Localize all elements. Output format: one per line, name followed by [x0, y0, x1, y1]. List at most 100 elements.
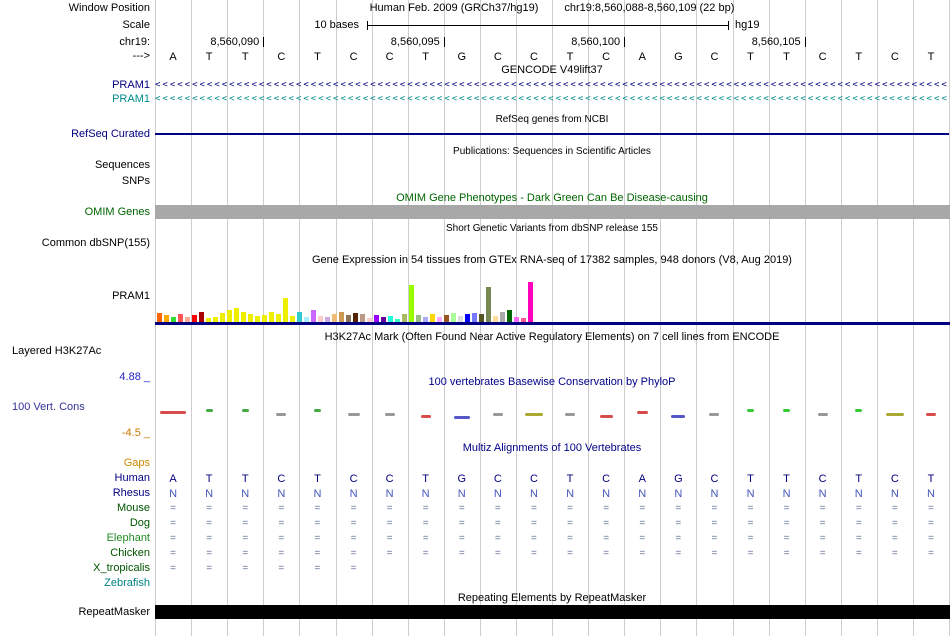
- alignment-cell: =: [855, 533, 862, 544]
- alignment-cell: N: [890, 488, 899, 500]
- species-label-dog[interactable]: Dog: [0, 517, 150, 530]
- alignment-cell: T: [205, 473, 213, 485]
- alignment-cell: N: [674, 488, 683, 500]
- alignment-cell: =: [711, 548, 718, 559]
- alignment-cell: =: [567, 548, 573, 559]
- alignment-cell: =: [206, 533, 213, 544]
- alignment-cell: =: [242, 548, 249, 559]
- alignment-cell: =: [494, 503, 501, 514]
- alignment-cell: C: [710, 473, 719, 485]
- alignment-cell: =: [386, 503, 393, 514]
- alignment-cell: N: [854, 488, 863, 500]
- alignment-cell: =: [855, 503, 862, 514]
- alignment-cell: =: [891, 518, 898, 529]
- alignment-cell: T: [566, 473, 574, 485]
- alignment-cell: C: [385, 473, 394, 485]
- alignment-cell: N: [926, 488, 935, 500]
- alignment-cell: =: [350, 518, 357, 529]
- alignment-cell: =: [819, 518, 826, 529]
- alignment-cell: =: [819, 548, 826, 559]
- alignment-cell: N: [169, 488, 178, 500]
- alignment-cell: =: [242, 503, 249, 514]
- alignment-cell: N: [313, 488, 322, 500]
- alignment-cell: =: [783, 518, 790, 529]
- alignment-cell: =: [422, 533, 429, 544]
- alignment-cell: =: [747, 548, 754, 559]
- alignment-cell: N: [349, 488, 358, 500]
- species-label-gaps[interactable]: Gaps: [0, 457, 150, 470]
- alignment-cell: =: [170, 548, 176, 559]
- species-label-chicken[interactable]: Chicken: [0, 547, 150, 560]
- repeatmasker-title: Repeating Elements by RepeatMasker: [457, 592, 647, 604]
- alignment-cell: =: [170, 533, 176, 544]
- repeatmasker-label[interactable]: RepeatMasker: [0, 606, 150, 619]
- alignment-cell: =: [639, 548, 646, 559]
- alignment-cell: =: [819, 533, 826, 544]
- alignment-cell: =: [278, 563, 285, 574]
- alignment-cell: G: [674, 473, 683, 485]
- alignment-cell: =: [314, 503, 321, 514]
- alignment-cell: N: [493, 488, 502, 500]
- alignment-cell: =: [386, 533, 393, 544]
- alignment-cell: T: [747, 473, 754, 485]
- multiz-alignment-track[interactable]: Gaps Human A T T C T C C T G C C T C A G C T T C T C T Rhesus N N N…: [0, 0, 950, 636]
- alignment-cell: =: [494, 518, 501, 529]
- alignment-cell: =: [170, 563, 176, 574]
- alignment-cell: =: [206, 563, 213, 574]
- alignment-cell: N: [385, 488, 394, 500]
- alignment-cell: C: [493, 473, 502, 485]
- species-label-human[interactable]: Human: [0, 472, 150, 485]
- alignment-cell: N: [818, 488, 827, 500]
- alignment-cell: =: [350, 503, 357, 514]
- alignment-cell: C: [529, 473, 538, 485]
- alignment-cell: =: [350, 563, 357, 574]
- alignment-cell: =: [278, 548, 285, 559]
- alignment-cell: C: [890, 473, 899, 485]
- alignment-cell: C: [602, 473, 611, 485]
- repeatmasker-bar[interactable]: [155, 605, 950, 619]
- alignment-cell: =: [206, 518, 213, 529]
- species-label-elephant[interactable]: Elephant: [0, 532, 150, 545]
- alignment-cell: =: [206, 503, 213, 514]
- alignment-cell: =: [242, 563, 249, 574]
- alignment-cell: N: [205, 488, 214, 500]
- alignment-cell: =: [783, 503, 790, 514]
- alignment-cell: =: [531, 548, 537, 559]
- alignment-cell: N: [529, 488, 538, 500]
- alignment-cell: T: [855, 473, 863, 485]
- alignment-cell: =: [278, 503, 285, 514]
- alignment-cell: G: [457, 473, 467, 485]
- species-label-mouse[interactable]: Mouse: [0, 502, 150, 515]
- alignment-cell: =: [603, 548, 610, 559]
- alignment-cell: N: [421, 488, 430, 500]
- alignment-cell: N: [277, 488, 286, 500]
- alignment-cell: =: [422, 503, 429, 514]
- alignment-cell: =: [711, 518, 718, 529]
- alignment-cell: N: [457, 488, 466, 500]
- alignment-cell: =: [711, 533, 718, 544]
- alignment-cell: =: [639, 503, 646, 514]
- alignment-cell: =: [675, 518, 682, 529]
- alignment-cell: =: [386, 548, 393, 559]
- alignment-cell: N: [566, 488, 575, 500]
- alignment-cell: =: [242, 533, 249, 544]
- alignment-cell: =: [747, 518, 754, 529]
- alignment-cell: =: [170, 503, 176, 514]
- alignment-cell: =: [639, 533, 646, 544]
- alignment-cell: =: [386, 518, 393, 529]
- species-label-x-tropicalis[interactable]: X_tropicalis: [0, 562, 150, 575]
- alignment-cell: =: [928, 548, 934, 559]
- alignment-cell: =: [567, 533, 573, 544]
- alignment-cell: =: [494, 533, 501, 544]
- alignment-cell: T: [927, 473, 935, 485]
- alignment-cell: =: [603, 533, 610, 544]
- alignment-cell: =: [314, 548, 321, 559]
- alignment-cell: =: [458, 518, 465, 529]
- alignment-cell: =: [567, 503, 573, 514]
- species-label-zebrafish[interactable]: Zebrafish: [0, 577, 150, 590]
- alignment-cell: C: [349, 473, 358, 485]
- alignment-cell: =: [531, 503, 537, 514]
- species-label-rhesus[interactable]: Rhesus: [0, 487, 150, 500]
- alignment-cell: A: [638, 473, 646, 485]
- alignment-cell: T: [314, 473, 321, 485]
